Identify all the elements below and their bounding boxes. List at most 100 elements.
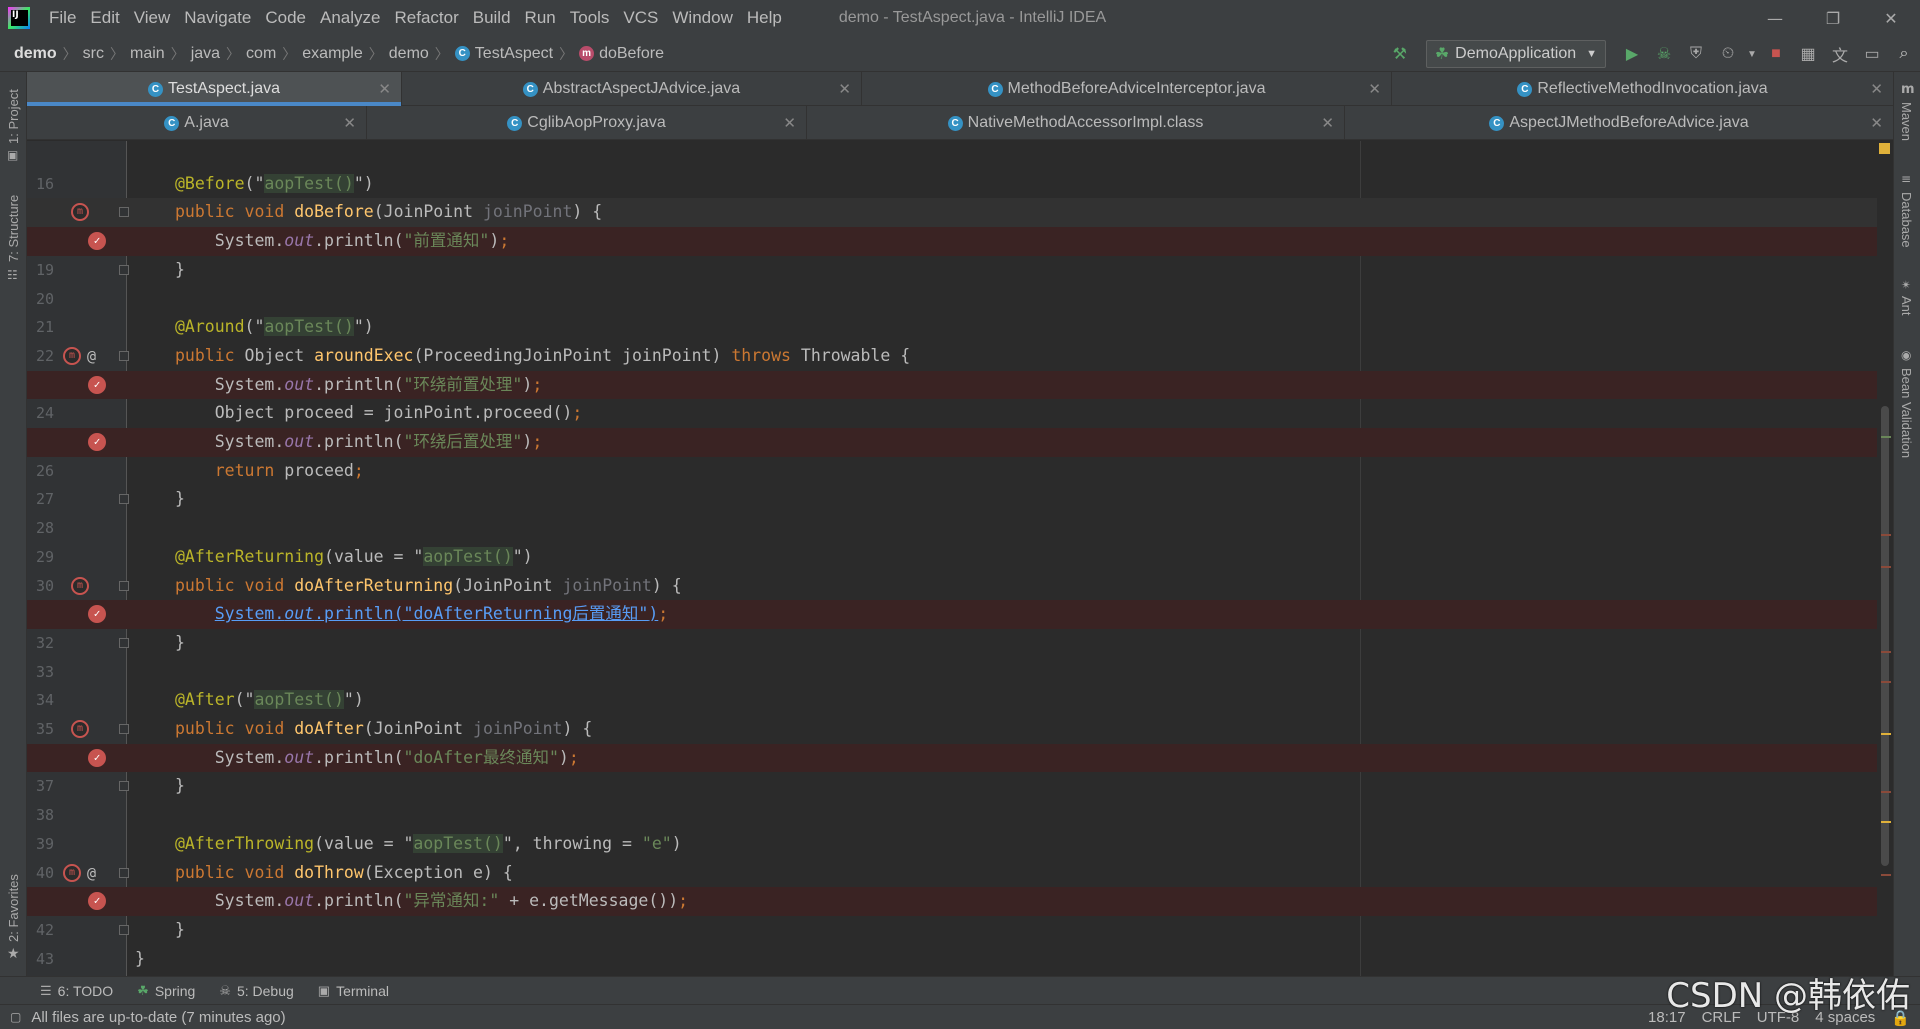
fold-icon[interactable] [119, 724, 129, 734]
implemented-method-icon[interactable]: m [71, 720, 89, 738]
tab-cglibaopproxy[interactable]: C CglibAopProxy.java ✕ [367, 106, 807, 140]
project-structure-icon[interactable]: ▦ [1792, 39, 1824, 69]
more-run-options-icon[interactable]: ▼ [1744, 39, 1760, 69]
breadcrumb-src[interactable]: src [77, 45, 110, 63]
debug-icon[interactable]: ☠ [1648, 39, 1680, 69]
breakpoint-icon[interactable]: ✓ [88, 748, 106, 767]
close-icon[interactable]: ✕ [1870, 80, 1883, 98]
fold-icon[interactable] [119, 264, 129, 275]
status-message[interactable]: All files are up-to-date (7 minutes ago) [31, 1009, 285, 1026]
menu-navigate[interactable]: Navigate [177, 8, 258, 28]
editor-scrollbar[interactable] [1877, 141, 1893, 976]
tab-abstractaspectjadvice[interactable]: C AbstractAspectJAdvice.java ✕ [402, 72, 862, 106]
breadcrumb-main[interactable]: main [124, 45, 171, 63]
menu-run[interactable]: Run [518, 8, 563, 28]
breakpoint-icon[interactable]: ✓ [88, 892, 106, 911]
fold-icon[interactable] [119, 637, 129, 648]
breadcrumb-demo[interactable]: demo [383, 45, 435, 63]
fold-icon[interactable] [119, 781, 129, 792]
implemented-method-icon[interactable]: m [71, 576, 89, 595]
close-icon[interactable]: ✕ [1862, 0, 1920, 36]
fold-icon[interactable] [119, 580, 129, 591]
menu-analyze[interactable]: Analyze [313, 8, 387, 28]
ant-tool-tab[interactable]: Ant [1899, 296, 1914, 316]
breadcrumb-project[interactable]: demo [0, 45, 63, 63]
menu-window[interactable]: Window [665, 8, 739, 28]
fold-icon[interactable] [119, 207, 129, 218]
fold-icon[interactable] [119, 924, 129, 935]
translate-icon[interactable]: 文 [1824, 39, 1856, 69]
fold-icon[interactable] [119, 867, 129, 878]
menu-file[interactable]: File [42, 8, 83, 28]
breakpoint-icon[interactable]: ✓ [88, 605, 106, 624]
minimize-icon[interactable]: — [1746, 0, 1804, 36]
menu-build[interactable]: Build [466, 8, 518, 28]
tab-aspectjmethodbeforeadvice[interactable]: C AspectJMethodBeforeAdvice.java ✕ [1345, 106, 1893, 140]
implemented-method-icon[interactable]: m [63, 863, 81, 882]
build-hammer-icon[interactable]: ⚒ [1384, 39, 1416, 69]
close-icon[interactable]: ✕ [343, 114, 356, 132]
tab-nativemethodaccessorimpl[interactable]: C NativeMethodAccessorImpl.class ✕ [807, 106, 1345, 140]
project-tool-tab[interactable]: 1: Project [6, 89, 21, 144]
presentation-icon[interactable]: ▭ [1856, 39, 1888, 69]
close-icon[interactable]: ✕ [1368, 80, 1381, 98]
class-icon: C [522, 81, 538, 97]
tab-methodbeforeadviceinterceptor[interactable]: C MethodBeforeAdviceInterceptor.java ✕ [862, 72, 1392, 106]
left-tool-strip: 1: Project ▣ 7: Structure ☷ 2: Favorites… [0, 72, 27, 976]
profile-icon[interactable]: ⏲ [1712, 39, 1744, 69]
breakpoint-icon[interactable]: ✓ [88, 433, 106, 451]
close-icon[interactable]: ✕ [783, 114, 796, 132]
coverage-icon[interactable]: ⛨ [1680, 39, 1712, 69]
breakpoint-marker [1881, 566, 1891, 568]
at-annotation-icon[interactable]: @ [87, 864, 105, 882]
structure-icon: ☷ [7, 268, 18, 282]
menu-code[interactable]: Code [258, 8, 313, 28]
run-icon[interactable]: ▶ [1616, 39, 1648, 69]
tab-reflectivemethodinvocation[interactable]: C ReflectiveMethodInvocation.java ✕ [1392, 72, 1893, 106]
inspection-status-icon[interactable] [1879, 143, 1890, 154]
bean-validation-tool-tab[interactable]: Bean Validation [1899, 368, 1914, 458]
breadcrumb-class[interactable]: C TestAspect [449, 45, 559, 63]
todo-tool-tab[interactable]: ☰ 6: TODO [40, 983, 113, 999]
breakpoint-icon[interactable]: ✓ [88, 232, 106, 251]
close-icon[interactable]: ✕ [378, 80, 391, 98]
maven-tool-tab[interactable]: Maven [1899, 102, 1914, 141]
list-icon: ☰ [40, 982, 52, 998]
favorites-tool-tab[interactable]: 2: Favorites [6, 874, 21, 942]
breakpoint-icon[interactable]: ✓ [88, 375, 106, 394]
run-configuration-select[interactable]: ☘ DemoApplication ▼ [1425, 40, 1606, 68]
database-tool-tab[interactable]: Database [1899, 192, 1914, 248]
structure-tool-tab[interactable]: 7: Structure [6, 195, 21, 262]
menu-vcs[interactable]: VCS [616, 8, 665, 28]
menu-view[interactable]: View [127, 8, 178, 28]
stop-icon[interactable]: ■ [1760, 39, 1792, 69]
menu-tools[interactable]: Tools [563, 8, 617, 28]
close-icon[interactable]: ✕ [1870, 114, 1883, 132]
breadcrumb-java[interactable]: java [185, 45, 226, 63]
restore-icon[interactable]: ❐ [1804, 0, 1862, 36]
toggle-tool-windows-icon[interactable]: ▢ [10, 1010, 21, 1024]
fold-icon[interactable] [119, 350, 129, 361]
menu-refactor[interactable]: Refactor [387, 8, 465, 28]
breadcrumb-com[interactable]: com [240, 45, 282, 63]
fold-icon[interactable] [119, 494, 129, 505]
breadcrumb-method[interactable]: m doBefore [573, 45, 670, 63]
code-editor[interactable]: 16 17 @Before("aopTest()") 18 m public v… [27, 141, 1893, 976]
at-annotation-icon[interactable]: @ [87, 347, 105, 365]
spring-tool-tab[interactable]: ☘ Spring [137, 983, 195, 999]
debug-tool-tab[interactable]: ☠ 5: Debug [219, 983, 293, 999]
implemented-method-icon[interactable]: m [71, 203, 89, 222]
breadcrumb-example[interactable]: example [296, 45, 368, 63]
menu-help[interactable]: Help [740, 8, 789, 28]
tab-a[interactable]: C A.java ✕ [27, 106, 367, 140]
chevron-down-icon: ▼ [1586, 48, 1597, 60]
code-text: @Before("aopTest()") [175, 173, 374, 193]
close-icon[interactable]: ✕ [1321, 114, 1334, 132]
tab-testaspect[interactable]: C TestAspect.java ✕ [27, 72, 402, 106]
close-icon[interactable]: ✕ [838, 80, 851, 98]
search-icon[interactable]: ⌕ [1888, 39, 1920, 69]
scrollbar-thumb[interactable] [1881, 406, 1889, 866]
terminal-tool-tab[interactable]: ▣ Terminal [318, 983, 389, 999]
implemented-method-icon[interactable]: m [63, 346, 81, 365]
menu-edit[interactable]: Edit [83, 8, 126, 28]
